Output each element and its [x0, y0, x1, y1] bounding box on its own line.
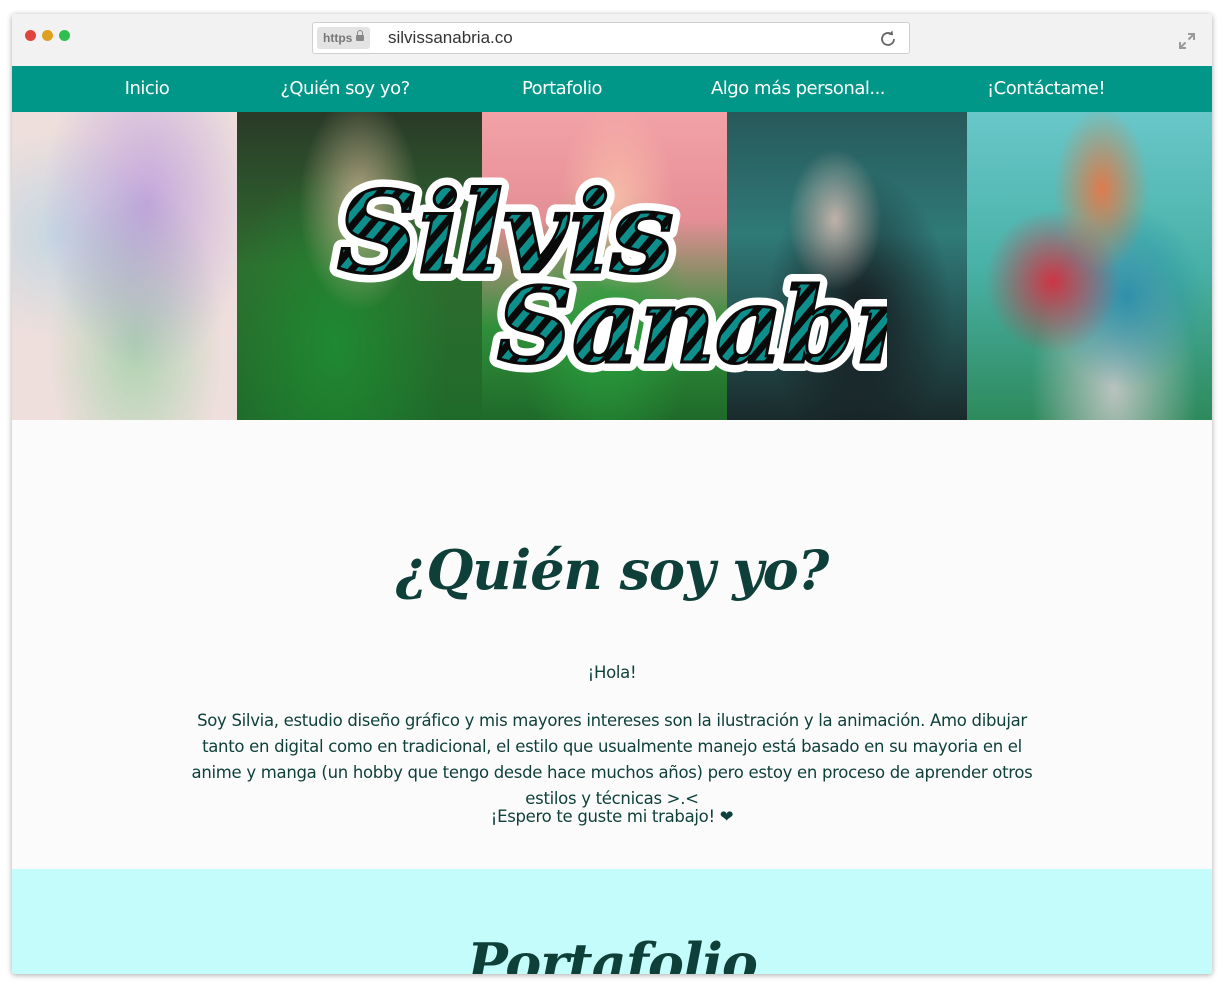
main-navigation: Inicio ¿Quién soy yo? Portafolio Algo má… — [12, 66, 1212, 112]
nav-item-contactame[interactable]: ¡Contáctame! — [987, 66, 1106, 112]
browser-toolbar: https silvissanabria.co — [12, 14, 1212, 67]
nav-item-quien-soy-yo[interactable]: ¿Quién soy yo? — [280, 66, 410, 112]
lock-icon — [356, 30, 365, 41]
portfolio-section: Portafolio — [12, 869, 1212, 974]
nav-item-inicio[interactable]: Inicio — [125, 66, 170, 112]
https-badge: https — [317, 27, 371, 49]
url-text[interactable]: silvissanabria.co — [388, 23, 513, 53]
header-banner: Silvis Silvis Sanabria Sanabria — [12, 112, 1212, 420]
about-section: ¿Quién soy yo? ¡Hola! Soy Silvia, estudi… — [12, 420, 1212, 869]
browser-window: https silvissanabria.co Inicio ¿Quién so… — [12, 14, 1212, 974]
maximize-window-button[interactable] — [59, 30, 70, 41]
about-title: ¿Quién soy yo? — [395, 538, 830, 602]
about-outro: ¡Espero te guste mi trabajo! ❤ — [490, 807, 734, 826]
about-body: Soy Silvia, estudio diseño gráfico y mis… — [191, 711, 1033, 808]
https-label: https — [323, 31, 353, 45]
banner-artwork-1 — [12, 112, 237, 420]
address-bar[interactable]: https silvissanabria.co — [312, 22, 910, 54]
nav-item-portafolio[interactable]: Portafolio — [522, 66, 603, 112]
portfolio-title: Portafolio — [467, 931, 758, 974]
close-window-button[interactable] — [25, 30, 36, 41]
minimize-window-button[interactable] — [42, 30, 53, 41]
expand-icon[interactable] — [1176, 30, 1198, 52]
reload-icon[interactable] — [877, 28, 899, 50]
banner-artwork-5 — [967, 112, 1212, 420]
about-greeting: ¡Hola! — [587, 663, 637, 682]
svg-text:Sanabria: Sanabria — [497, 264, 887, 387]
site-logo: Silvis Silvis Sanabria Sanabria — [328, 159, 887, 396]
nav-item-algo-mas-personal[interactable]: Algo más personal... — [711, 66, 886, 112]
